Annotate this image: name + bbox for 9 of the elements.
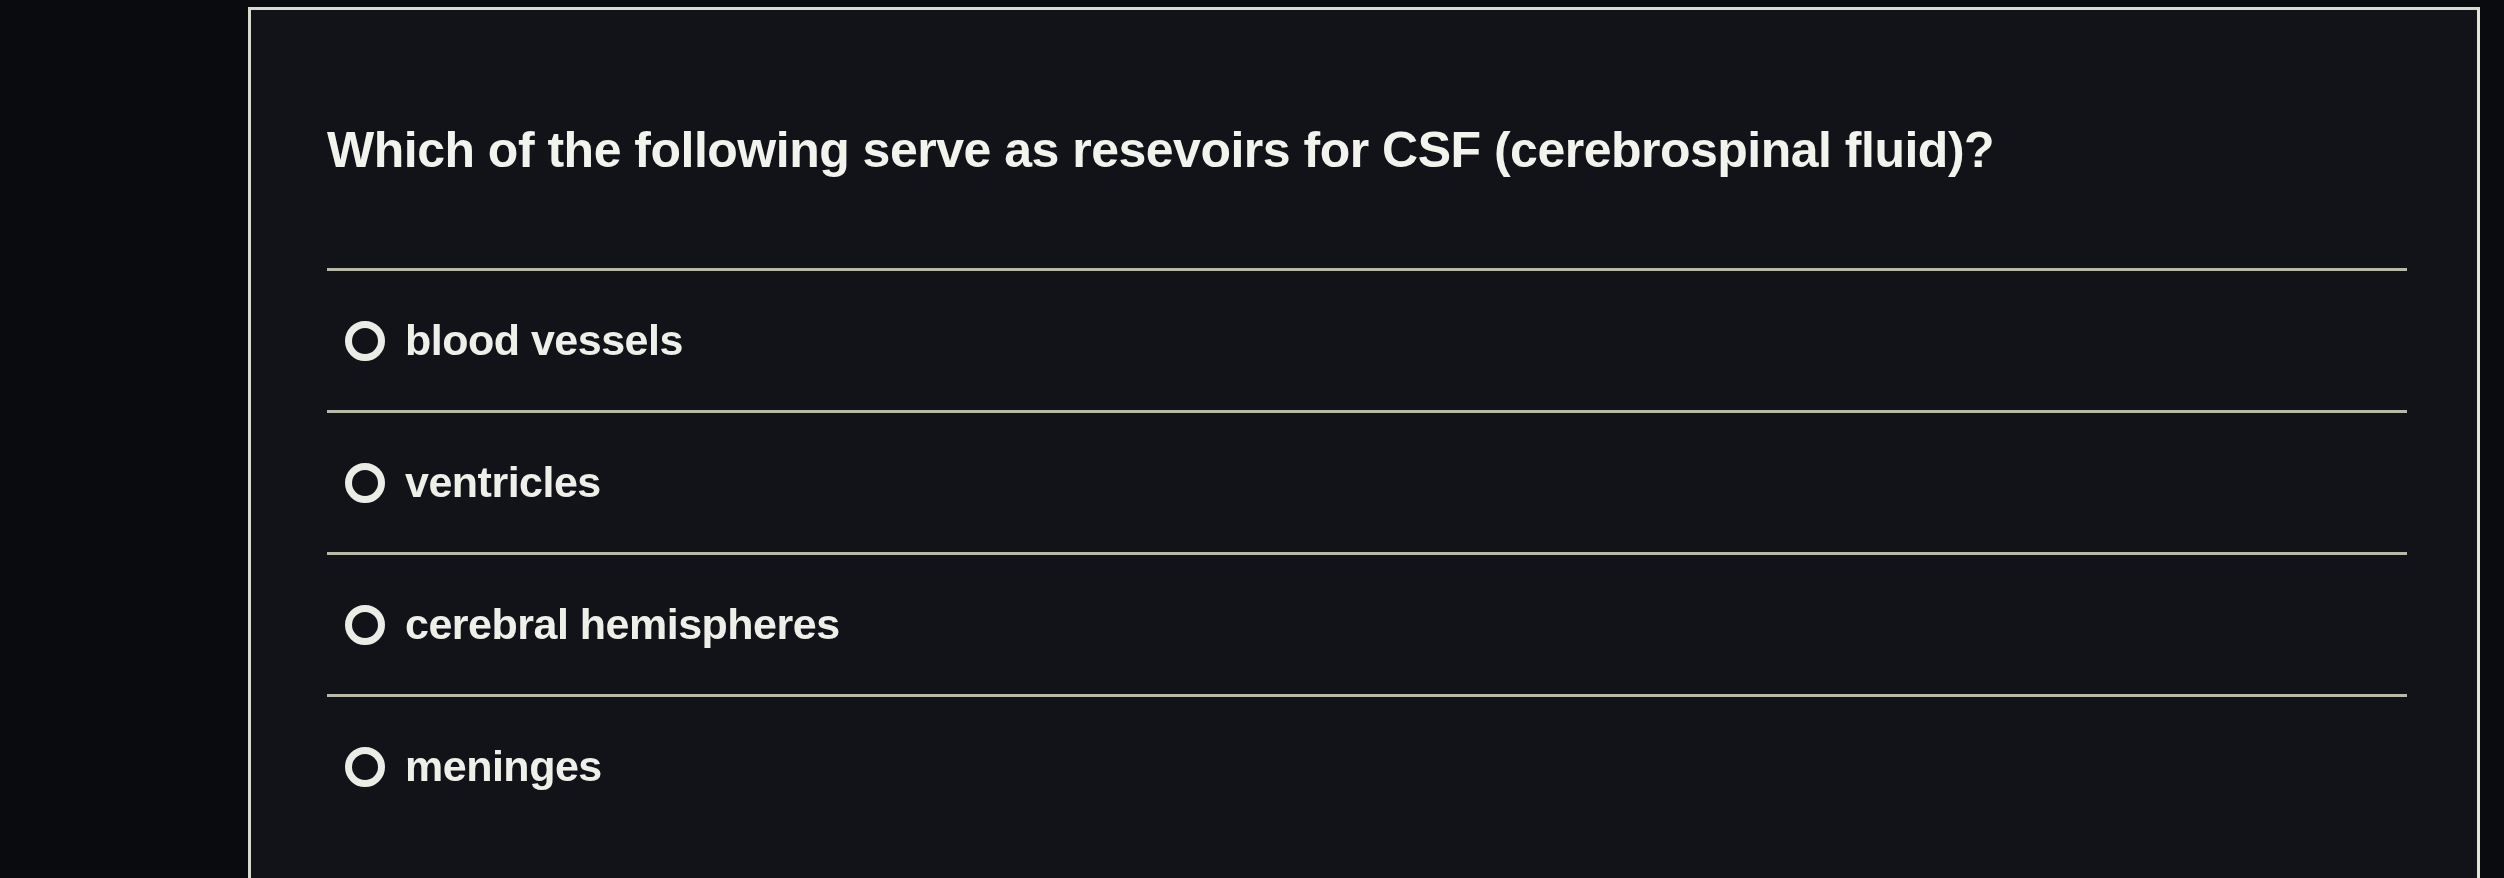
option-label[interactable]: meninges [405, 740, 602, 793]
question-text: Which of the following serve as resevoirs for CSF (cerebrospinal fluid)? [327, 121, 1996, 180]
radio-button[interactable] [345, 462, 385, 503]
option-label[interactable]: cerebral hemispheres [405, 598, 840, 651]
radio-button[interactable] [345, 604, 385, 645]
option-label[interactable]: ventricles [405, 456, 601, 509]
radio-button[interactable] [345, 746, 385, 787]
radio-button[interactable] [345, 320, 385, 361]
option-label[interactable]: blood vessels [405, 314, 683, 367]
